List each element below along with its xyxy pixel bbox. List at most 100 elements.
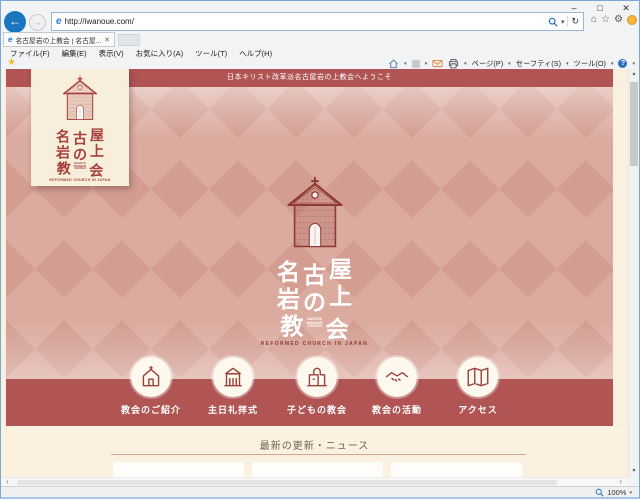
logo-text-row-2: 岩 の 上	[31, 144, 129, 158]
tools-menu-button[interactable]: ツール(O)	[574, 59, 606, 69]
news-card[interactable]	[391, 462, 522, 477]
church-illustration-icon	[60, 75, 100, 121]
logo-char: 屋	[90, 128, 104, 142]
browser-chrome: – □ ✕ ← → e http://iwanoue.com/ ▾ ↻ ⌂ ☆ …	[1, 1, 639, 69]
zoom-control[interactable]: 100% ▾	[595, 488, 632, 497]
nav-label: アクセス	[458, 403, 498, 416]
vertical-scrollbar-thumb[interactable]	[630, 82, 638, 166]
nav-label: 教会の活動	[372, 403, 422, 416]
tools-dropdown-icon[interactable]: ▾	[611, 61, 614, 67]
tab-active[interactable]: e 名古屋岩の上教会 | 名古屋... ✕	[3, 32, 115, 47]
logo-char: 上	[90, 144, 104, 158]
nav-circle	[213, 357, 253, 397]
page-menu-button[interactable]: ページ(P)	[472, 59, 503, 69]
command-bar-buttons: ▾ ▾ ▾ ページ(P) ▾ セーフティ(S) ▾ ツール(O) ▾ ? ▾	[388, 58, 635, 69]
church-illustration-icon	[283, 175, 347, 249]
divider	[567, 16, 568, 27]
address-bar[interactable]: e http://iwanoue.com/ ▾ ↻	[51, 12, 584, 31]
safety-dropdown-icon[interactable]: ▾	[566, 61, 569, 67]
divider	[111, 454, 526, 455]
logo-char: 上	[329, 285, 352, 308]
print-icon[interactable]	[448, 58, 459, 69]
home-page-icon[interactable]	[388, 58, 399, 69]
forward-button[interactable]: →	[29, 14, 46, 31]
tab-bar: e 名古屋岩の上教会 | 名古屋... ✕	[1, 32, 639, 47]
nav-circle	[458, 357, 498, 397]
scroll-down-icon[interactable]: ▾	[629, 466, 639, 477]
logo-text-row-1: 名 古 屋	[31, 128, 129, 142]
back-button[interactable]: ←	[4, 11, 26, 33]
logo-char: 岩	[277, 288, 300, 311]
scroll-up-icon[interactable]: ▴	[629, 69, 639, 80]
address-dropdown-icon[interactable]: ▾	[561, 18, 565, 26]
home-icon[interactable]: ⌂	[591, 14, 597, 26]
menu-edit[interactable]: 編集(E)	[62, 48, 87, 59]
search-icon[interactable]	[548, 17, 558, 27]
gear-icon[interactable]: ⚙	[614, 14, 623, 26]
feed-dropdown-icon[interactable]: ▾	[425, 61, 428, 67]
status-bar: 100% ▾	[1, 486, 639, 497]
nav-item-access[interactable]: アクセス	[436, 357, 520, 416]
logo-char: 教	[280, 315, 303, 338]
favorites-icon[interactable]: ☆	[601, 14, 610, 26]
page-viewport: 日本キリスト改革派名古屋岩の上教会へようこそ 名 古 屋 岩 の 上 教	[1, 69, 628, 477]
nav-label: 教会のご紹介	[121, 403, 181, 416]
hero-center-logo: 名 古 屋 岩 の 上 教 NAGOYA IWANOUE CHURCH	[240, 175, 390, 347]
menu-tools[interactable]: ツール(T)	[195, 48, 227, 59]
tab-title: 名古屋岩の上教会 | 名古屋...	[15, 35, 101, 45]
logo-char: 会	[326, 318, 349, 341]
ie-favicon-icon: e	[56, 16, 62, 27]
news-card-list	[113, 462, 522, 477]
logo-text-row-2: 岩 の 上	[240, 285, 390, 308]
home-dropdown-icon[interactable]: ▾	[404, 61, 407, 67]
help-dropdown-icon[interactable]: ▾	[632, 61, 635, 67]
zoom-level: 100%	[607, 488, 626, 497]
logo-text-row-1: 名 古 屋	[240, 258, 390, 281]
news-section: 最新の更新・ニュース	[1, 426, 628, 477]
nav-item-church-intro[interactable]: 教会のご紹介	[109, 357, 193, 416]
logo-en-caption: REFORMED CHURCH IN JAPAN	[31, 178, 129, 182]
rss-feed-icon[interactable]	[412, 60, 420, 68]
new-tab-button[interactable]	[118, 34, 140, 46]
navigation-row: ← → e http://iwanoue.com/ ▾ ↻ ⌂ ☆ ⚙	[1, 11, 639, 33]
site-logo-card[interactable]: 名 古 屋 岩 の 上 教 NAGOYA IWANOUE CHURCH	[31, 69, 129, 186]
nav-item-worship-service[interactable]: 主日礼拝式	[191, 357, 275, 416]
logo-char: 古	[303, 264, 326, 287]
zoom-dropdown-icon[interactable]: ▾	[629, 490, 632, 496]
menu-view[interactable]: 表示(V)	[99, 48, 124, 59]
menu-help[interactable]: ヘルプ(H)	[239, 48, 272, 59]
browser-window: – □ ✕ ← → e http://iwanoue.com/ ▾ ↻ ⌂ ☆ …	[0, 0, 640, 499]
logo-subname: NAGOYA IWANOUE CHURCH	[306, 312, 322, 335]
vertical-scrollbar[interactable]: ▴ ▾	[628, 69, 639, 477]
nav-item-church-activities[interactable]: 教会の活動	[355, 357, 439, 416]
page-dropdown-icon[interactable]: ▾	[508, 61, 511, 67]
news-section-title: 最新の更新・ニュース	[1, 426, 628, 452]
command-bar: ★ ▾ ▾ ▾ ページ(P) ▾ セーフティ(S) ▾ ツール(O) ▾ ? ▾	[1, 58, 639, 69]
news-card[interactable]	[252, 462, 383, 477]
scroll-left-icon[interactable]: ‹	[6, 478, 9, 486]
logo-char: 屋	[329, 258, 352, 281]
read-mail-icon[interactable]	[432, 58, 443, 69]
hero-section: 日本キリスト改革派名古屋岩の上教会へようこそ 名 古 屋 岩 の 上 教	[6, 69, 613, 426]
church-intro-icon	[138, 364, 164, 390]
horizontal-scrollbar-thumb[interactable]	[17, 480, 557, 485]
tab-close-icon[interactable]: ✕	[104, 36, 110, 44]
zoom-magnifier-icon	[595, 488, 604, 497]
nav-item-children-church[interactable]: 子どもの教会	[275, 357, 359, 416]
menu-favorites[interactable]: お気に入り(A)	[136, 48, 184, 59]
url-input[interactable]: http://iwanoue.com/	[65, 17, 545, 26]
help-icon[interactable]: ?	[618, 59, 627, 68]
feedback-smiley-icon[interactable]	[627, 15, 637, 25]
news-card[interactable]	[113, 462, 244, 477]
refresh-icon[interactable]: ↻	[571, 16, 579, 27]
nav-circle	[131, 357, 171, 397]
logo-text-row-3: 教 NAGOYA IWANOUE CHURCH 会	[240, 312, 390, 335]
scroll-right-icon[interactable]: ›	[619, 478, 622, 486]
print-dropdown-icon[interactable]: ▾	[464, 61, 467, 67]
favorites-bar-star-icon[interactable]: ★	[7, 57, 16, 68]
church-activities-icon	[384, 364, 410, 390]
nav-circle	[297, 357, 337, 397]
horizontal-scrollbar[interactable]: ‹ ›	[1, 477, 628, 486]
safety-menu-button[interactable]: セーフティ(S)	[516, 59, 561, 69]
logo-en-caption: REFORMED CHURCH IN JAPAN	[240, 341, 390, 347]
